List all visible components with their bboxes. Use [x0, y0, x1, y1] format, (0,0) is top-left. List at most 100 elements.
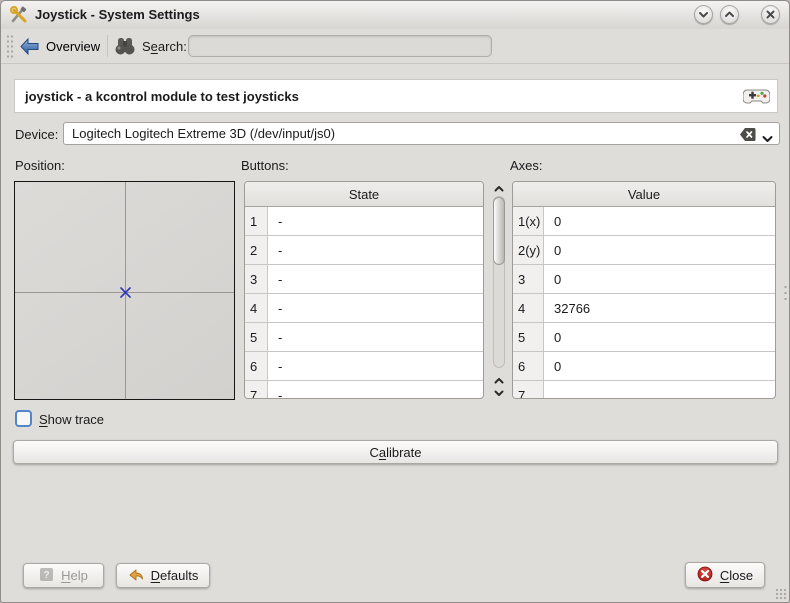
axis-value: 0 [544, 323, 775, 351]
close-button[interactable]: Close [685, 562, 765, 588]
titlebar[interactable]: Joystick - System Settings [1, 1, 789, 30]
gamepad-icon [743, 85, 770, 111]
close-red-icon [697, 566, 713, 585]
clear-input-icon[interactable] [739, 127, 756, 145]
overview-label: Overview [46, 39, 100, 54]
toolbar-separator [107, 35, 108, 57]
button-state: - [268, 265, 483, 293]
position-pad [14, 181, 235, 400]
button-state: - [268, 352, 483, 380]
help-icon: ? [39, 567, 54, 585]
axis-value: 0 [544, 207, 775, 235]
search-binoculars-icon [113, 35, 137, 60]
axes-section-label: Axes: [510, 158, 543, 173]
axis-label: 2(y) [513, 236, 544, 264]
button-row: 6 - [245, 352, 483, 381]
axes-table-header: Value [513, 182, 775, 207]
joystick-position-marker [119, 286, 132, 302]
axis-label: 4 [513, 294, 544, 322]
axis-value: 0 [544, 352, 775, 380]
help-label: Help [61, 568, 88, 583]
button-state: - [268, 294, 483, 322]
undo-arrow-icon [128, 567, 144, 584]
chevron-down-icon [697, 8, 710, 21]
button-row: 3 - [245, 265, 483, 294]
button-number: 3 [245, 265, 268, 293]
axis-value: 0 [544, 265, 775, 293]
button-number: 6 [245, 352, 268, 380]
module-header: joystick - a kcontrol module to test joy… [14, 79, 778, 113]
show-trace-checkbox[interactable] [15, 410, 32, 427]
maximize-button[interactable] [720, 5, 739, 24]
axis-row: 7 [513, 381, 775, 399]
axis-label: 5 [513, 323, 544, 351]
button-row: 2 - [245, 236, 483, 265]
resize-grip[interactable] [775, 588, 787, 600]
help-button[interactable]: ? Help [23, 563, 104, 588]
search-input[interactable] [188, 35, 492, 57]
close-icon [764, 8, 777, 21]
buttons-table-scrollbar[interactable] [491, 182, 507, 398]
axis-label: 6 [513, 352, 544, 380]
close-window-button[interactable] [761, 5, 780, 24]
buttons-table-header: State [245, 182, 483, 207]
combobox-chevron-down-icon [762, 131, 773, 146]
scroll-up-icon[interactable] [494, 182, 504, 192]
axis-row: 2(y) 0 [513, 236, 775, 265]
calibrate-label: Calibrate [369, 445, 421, 460]
button-row: 5 - [245, 323, 483, 352]
button-state: - [268, 207, 483, 235]
axis-label: 1(x) [513, 207, 544, 235]
toolbar-drag-handle[interactable] [6, 34, 14, 58]
show-trace-label[interactable]: Show trace [39, 412, 104, 427]
axis-row: 4 32766 [513, 294, 775, 323]
button-number: 5 [245, 323, 268, 351]
defaults-button[interactable]: Defaults [116, 563, 210, 588]
module-title: joystick - a kcontrol module to test joy… [25, 89, 299, 104]
position-section-label: Position: [15, 158, 65, 173]
scroll-down-icon[interactable] [494, 386, 504, 396]
button-number: 2 [245, 236, 268, 264]
scroll-up-bottom-icon[interactable] [494, 374, 504, 384]
device-selected-value: Logitech Logitech Extreme 3D (/dev/input… [72, 126, 335, 141]
axes-table[interactable]: Value 1(x) 0 2(y) 0 3 0 4 32766 5 0 6 0 [512, 181, 776, 399]
minimize-button[interactable] [694, 5, 713, 24]
button-row: 4 - [245, 294, 483, 323]
system-settings-window: Joystick - System Settings [0, 0, 790, 603]
pane-splitter-handle[interactable] [784, 284, 787, 300]
close-label: Close [720, 568, 753, 583]
button-number: 7 [245, 381, 268, 399]
button-state: - [268, 323, 483, 351]
defaults-label: Defaults [151, 568, 199, 583]
system-settings-tools-icon [9, 5, 29, 25]
axis-row: 3 0 [513, 265, 775, 294]
buttons-section-label: Buttons: [241, 158, 289, 173]
button-number: 1 [245, 207, 268, 235]
chevron-up-icon [723, 8, 736, 21]
axis-row: 1(x) 0 [513, 207, 775, 236]
buttons-table-body: 1 - 2 - 3 - 4 - 5 - 6 - 7 - [245, 207, 483, 399]
scrollbar-thumb[interactable] [493, 197, 505, 265]
device-combobox[interactable]: Logitech Logitech Extreme 3D (/dev/input… [63, 122, 780, 145]
axis-value: 32766 [544, 294, 775, 322]
button-number: 4 [245, 294, 268, 322]
back-arrow-icon [20, 38, 39, 55]
calibrate-button[interactable]: Calibrate [13, 440, 778, 464]
axes-table-body: 1(x) 0 2(y) 0 3 0 4 32766 5 0 6 0 7 [513, 207, 775, 399]
axis-value: 0 [544, 236, 775, 264]
search-label: Search: [142, 39, 187, 54]
overview-button[interactable]: Overview [16, 33, 104, 59]
button-row: 7 - [245, 381, 483, 399]
buttons-table[interactable]: State 1 - 2 - 3 - 4 - 5 - 6 - 7 [244, 181, 484, 399]
svg-text:?: ? [44, 570, 50, 581]
axis-label: 7 [513, 381, 544, 399]
toolbar: Overview Search: [1, 29, 789, 64]
window-title: Joystick - System Settings [35, 7, 200, 22]
button-state: - [268, 236, 483, 264]
button-state: - [268, 381, 483, 399]
axis-value [544, 381, 775, 399]
axis-row: 6 0 [513, 352, 775, 381]
axis-row: 5 0 [513, 323, 775, 352]
device-label: Device: [15, 127, 58, 142]
button-row: 1 - [245, 207, 483, 236]
